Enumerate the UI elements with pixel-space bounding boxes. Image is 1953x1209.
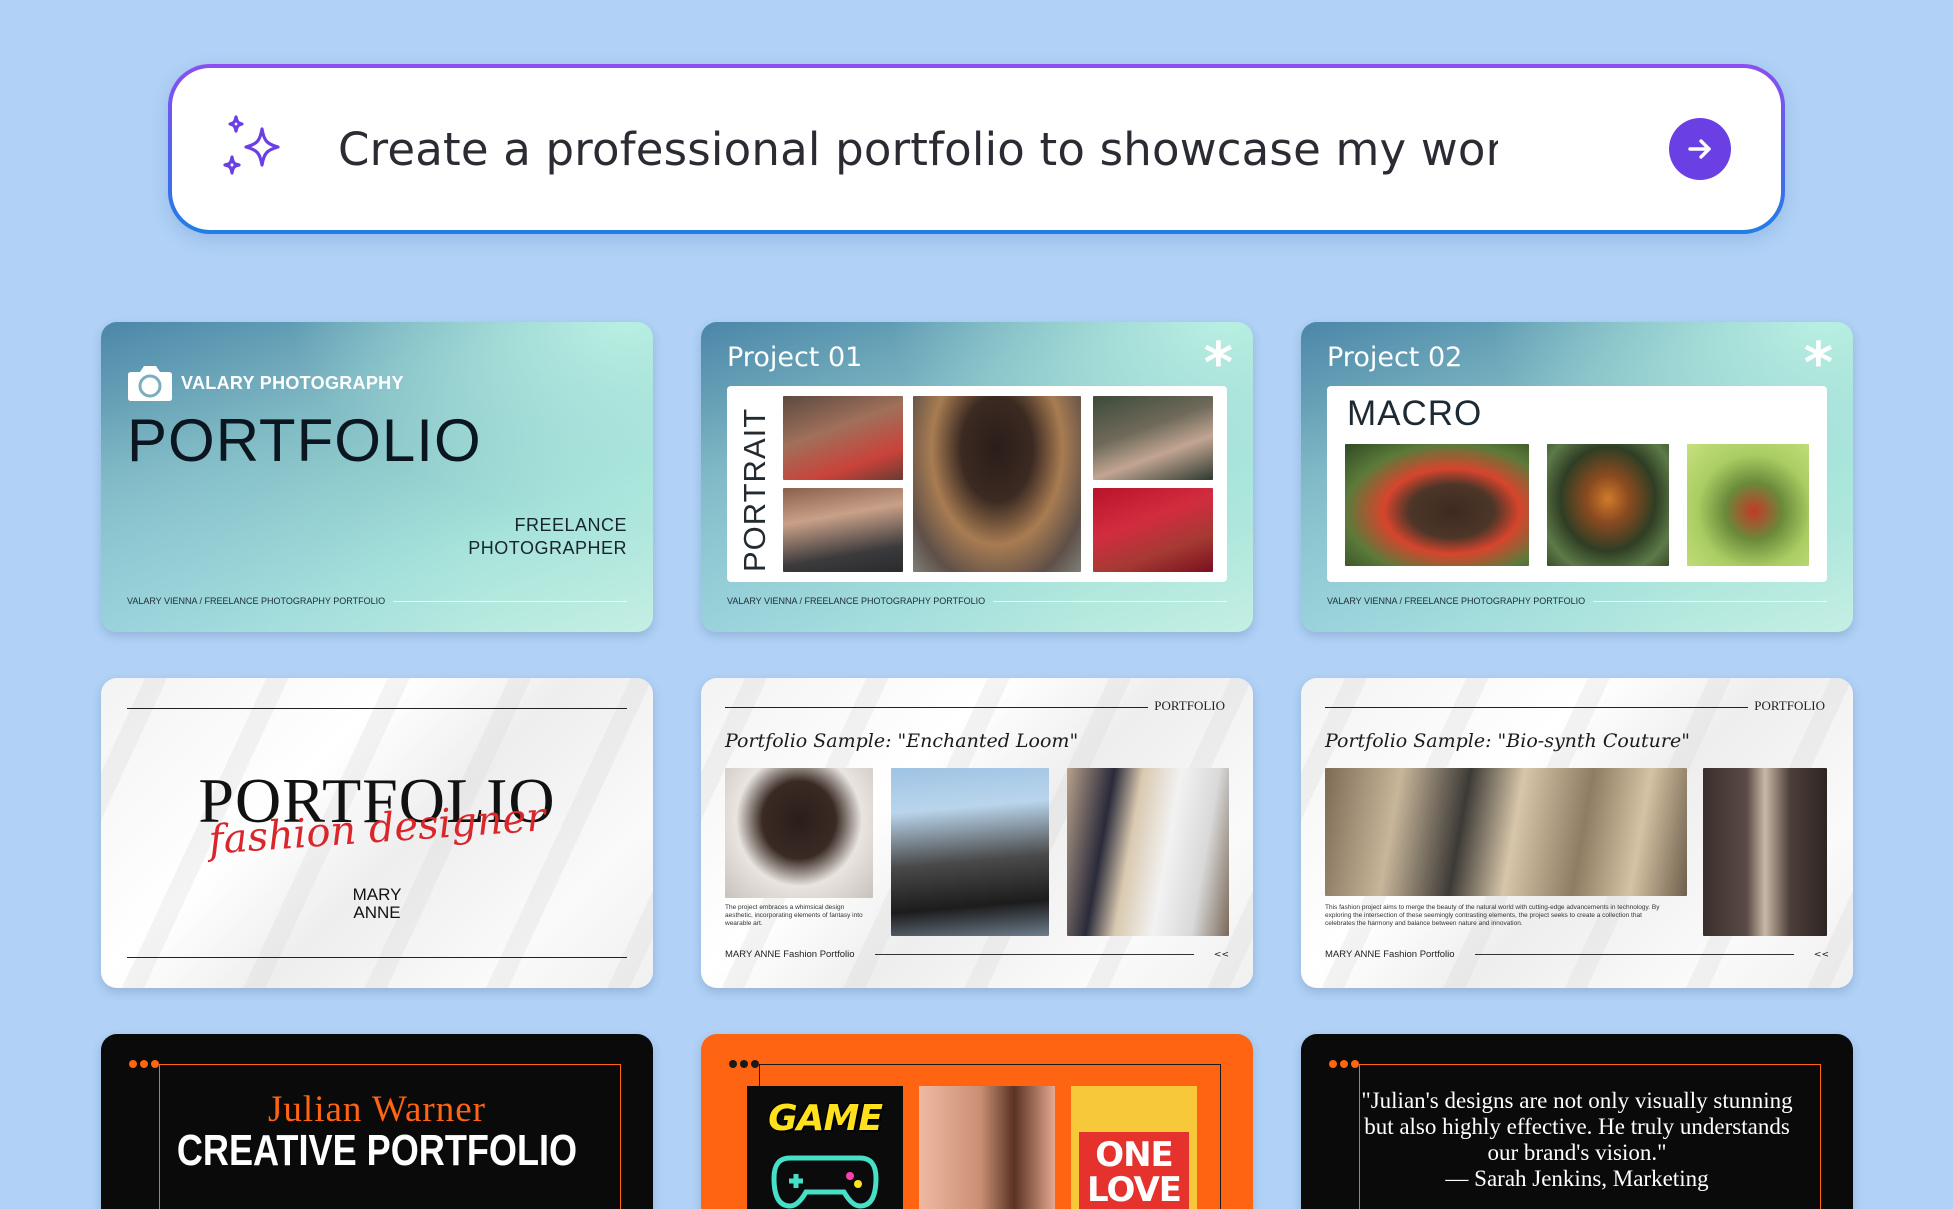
portrait-photo bbox=[913, 396, 1081, 572]
top-rule bbox=[725, 707, 1148, 708]
template-card-enchanted-loom[interactable]: PORTFOLIO Portfolio Sample: "Enchanted L… bbox=[701, 678, 1253, 988]
quote-text: "Julian's designs are not only visually … bbox=[1361, 1088, 1793, 1165]
sparkle-icon bbox=[223, 115, 280, 175]
poster-one-love: ONE LOVE bbox=[1071, 1086, 1197, 1209]
photo-panel: PORTRAIT bbox=[727, 386, 1227, 582]
template-card-project-01[interactable]: Project 01 * PORTRAIT VALARY VIENNA / FR… bbox=[701, 322, 1253, 632]
arrow-right-icon bbox=[1688, 139, 1711, 159]
mini-logo: PORTFOLIO bbox=[1154, 698, 1225, 713]
designer-name: Julian Warner bbox=[268, 1089, 486, 1130]
poster-line: ONE bbox=[1095, 1135, 1174, 1175]
footer-text: VALARY VIENNA / FREELANCE PHOTOGRAPHY PO… bbox=[727, 596, 986, 606]
photo-caption: The project embraces a whimsical design … bbox=[725, 904, 863, 927]
card-footer: MARY ANNE Fashion Portfolio << bbox=[725, 949, 1229, 960]
name-line: ANNE bbox=[353, 903, 401, 922]
fashion-photo bbox=[1067, 768, 1229, 936]
testimonial-quote: "Julian's designs are not only visually … bbox=[1361, 1088, 1793, 1192]
fashion-photo bbox=[1703, 768, 1827, 936]
gamepad-icon bbox=[771, 1155, 879, 1209]
template-card-fashion-cover[interactable]: PORTFOLIO fashion designer MARY ANNE bbox=[101, 678, 653, 988]
dots-icon bbox=[1329, 1060, 1359, 1068]
butterfly-photo bbox=[1547, 444, 1669, 566]
footer-rule bbox=[1474, 954, 1794, 955]
footer-rule bbox=[393, 600, 627, 602]
portrait-photo bbox=[783, 396, 903, 480]
template-card-biosynth-couture[interactable]: PORTFOLIO Portfolio Sample: "Bio-synth C… bbox=[1301, 678, 1853, 988]
template-card-julian-posters[interactable]: GAME ONE LOVE bbox=[701, 1034, 1253, 1209]
portrait-photo bbox=[1093, 488, 1213, 572]
footer-text: VALARY VIENNA / FREELANCE PHOTOGRAPHY PO… bbox=[1327, 596, 1586, 606]
prompt-input[interactable] bbox=[338, 116, 1498, 182]
mini-logo: PORTFOLIO bbox=[1754, 698, 1825, 713]
fashion-photo bbox=[891, 768, 1049, 936]
poster-text: GAME bbox=[768, 1098, 883, 1139]
footer-text: VALARY VIENNA / FREELANCE PHOTOGRAPHY PO… bbox=[127, 596, 386, 606]
template-card-julian-cover[interactable]: Julian Warner CREATIVE PORTFOLIO bbox=[101, 1034, 653, 1209]
send-button[interactable] bbox=[1669, 118, 1731, 180]
sample-title: Portfolio Sample: "Enchanted Loom" bbox=[725, 730, 1079, 752]
dots-icon bbox=[729, 1060, 759, 1068]
top-rule bbox=[1325, 707, 1748, 708]
card-title: Project 02 bbox=[1327, 342, 1463, 373]
poster-text: ONE LOVE bbox=[1071, 1138, 1197, 1208]
subtitle-line: PHOTOGRAPHER bbox=[468, 538, 627, 558]
poster-portrait bbox=[919, 1086, 1055, 1209]
fashion-photo bbox=[725, 768, 873, 898]
card-footer: MARY ANNE Fashion Portfolio << bbox=[1325, 949, 1829, 960]
template-card-project-02[interactable]: Project 02 * MACRO VALARY VIENNA / FREEL… bbox=[1301, 322, 1853, 632]
card-title: CREATIVE PORTFOLIO bbox=[176, 1126, 578, 1175]
designer-name: MARY ANNE bbox=[101, 886, 653, 922]
card-footer: VALARY VIENNA / FREELANCE PHOTOGRAPHY PO… bbox=[727, 596, 1227, 606]
footer-mark: << bbox=[1213, 949, 1229, 960]
footer-mark: << bbox=[1813, 949, 1829, 960]
sample-title: Portfolio Sample: "Bio-synth Couture" bbox=[1325, 730, 1690, 752]
card-subtitle: FREELANCE PHOTOGRAPHER bbox=[468, 514, 627, 560]
card-title: Project 01 bbox=[727, 342, 863, 373]
bottom-rule bbox=[127, 957, 627, 958]
camera-icon bbox=[128, 366, 172, 401]
footer-text: MARY ANNE Fashion Portfolio bbox=[725, 949, 855, 960]
footer-rule bbox=[874, 954, 1194, 955]
card-title: PORTFOLIO bbox=[127, 407, 482, 474]
brand-name: VALARY PHOTOGRAPHY bbox=[181, 372, 404, 393]
card-footer: VALARY VIENNA / FREELANCE PHOTOGRAPHY PO… bbox=[1327, 596, 1827, 606]
panel-label: MACRO bbox=[1347, 394, 1483, 433]
asterisk-icon: * bbox=[1203, 331, 1233, 396]
brand: VALARY PHOTOGRAPHY bbox=[127, 364, 404, 402]
prompt-bar bbox=[168, 64, 1785, 234]
portrait-photo bbox=[1093, 396, 1213, 480]
footer-rule bbox=[993, 600, 1227, 602]
template-card-julian-testimonial[interactable]: "Julian's designs are not only visually … bbox=[1301, 1034, 1853, 1209]
prompt-inner bbox=[172, 68, 1781, 230]
photo-caption: This fashion project aims to merge the b… bbox=[1325, 904, 1660, 927]
card-footer: VALARY VIENNA / FREELANCE PHOTOGRAPHY PO… bbox=[127, 596, 627, 606]
quote-attribution: — Sarah Jenkins, Marketing bbox=[1445, 1166, 1709, 1191]
butterfly-photo bbox=[1345, 444, 1529, 566]
footer-text: MARY ANNE Fashion Portfolio bbox=[1325, 949, 1455, 960]
top-rule bbox=[127, 708, 627, 709]
asterisk-icon: * bbox=[1803, 331, 1833, 396]
subtitle-line: FREELANCE bbox=[514, 515, 627, 535]
portrait-photo bbox=[783, 488, 903, 572]
beetle-photo bbox=[1687, 444, 1809, 566]
poster-game: GAME bbox=[747, 1086, 903, 1209]
template-card-photography-cover[interactable]: VALARY PHOTOGRAPHY PORTFOLIO FREELANCE P… bbox=[101, 322, 653, 632]
poster-line: LOVE bbox=[1087, 1170, 1182, 1209]
name-line: MARY bbox=[352, 885, 402, 904]
fashion-photo bbox=[1325, 768, 1687, 896]
dots-icon bbox=[129, 1060, 159, 1068]
footer-rule bbox=[1593, 600, 1827, 602]
panel-label: PORTRAIT bbox=[737, 407, 772, 572]
photo-panel: MACRO bbox=[1327, 386, 1827, 582]
